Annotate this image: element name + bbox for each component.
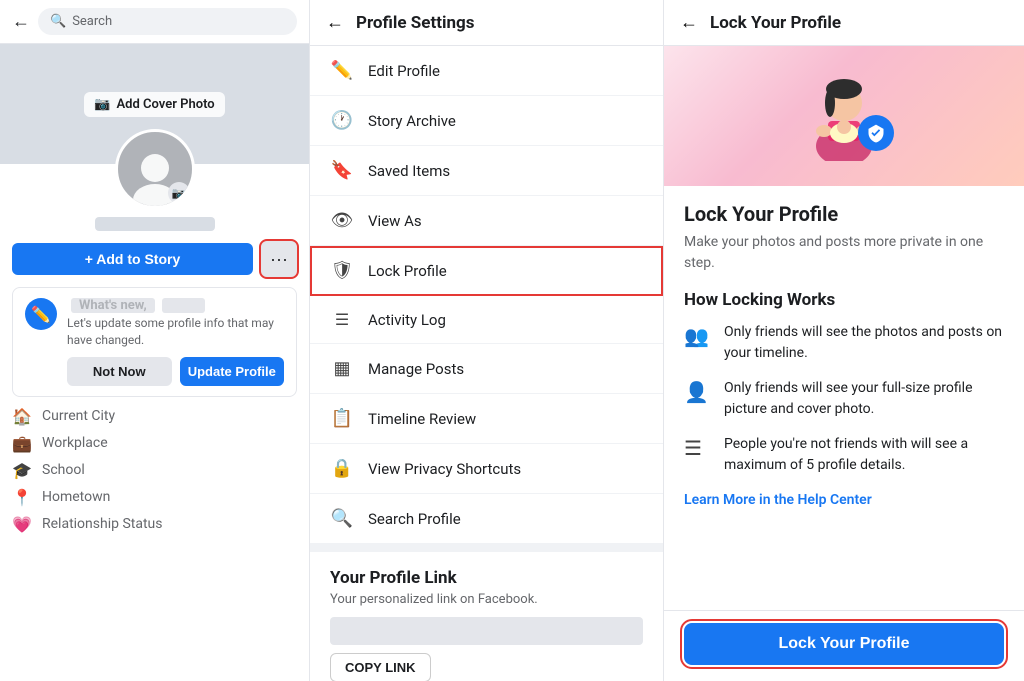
- city-icon: 🏠: [12, 407, 32, 426]
- avatar-area: 📷: [0, 129, 309, 209]
- workplace-icon: 💼: [12, 434, 32, 453]
- whats-new-desc: Let's update some profile info that may …: [67, 315, 284, 349]
- how-locking-works-title: How Locking Works: [684, 290, 1004, 310]
- whats-new-actions: Not Now Update Profile: [67, 357, 284, 386]
- story-archive-icon: 🕐: [330, 110, 354, 131]
- action-row: + Add to Story ···: [0, 241, 309, 287]
- timeline-review-icon: 📋: [330, 408, 354, 429]
- whats-new-card: ✏️ What's new, Let's update some profile…: [12, 287, 297, 397]
- add-cover-photo-button[interactable]: 📷 Add Cover Photo: [84, 92, 224, 117]
- lock-feature-item: 👥 Only friends will see the photos and p…: [684, 322, 1004, 364]
- hometown-icon: 📍: [12, 488, 32, 507]
- relationship-icon: 💗: [12, 515, 32, 534]
- middle-title: Profile Settings: [356, 13, 474, 33]
- menu-item-saved-items[interactable]: 🔖 Saved Items: [310, 146, 663, 196]
- profile-link-url: [330, 617, 643, 645]
- menu-item-activity-log[interactable]: ☰ Activity Log: [310, 296, 663, 344]
- more-options-button[interactable]: ···: [261, 241, 297, 277]
- search-bar: ← 🔍 Search: [0, 0, 309, 44]
- list-item: 💼 Workplace: [12, 434, 297, 453]
- profile-link-title: Your Profile Link: [330, 568, 643, 588]
- not-now-button[interactable]: Not Now: [67, 357, 172, 386]
- lock-feature-item: 👤 Only friends will see your full-size p…: [684, 378, 1004, 420]
- menu-item-story-archive[interactable]: 🕐 Story Archive: [310, 96, 663, 146]
- lock-content: Lock Your Profile Make your photos and p…: [664, 186, 1024, 610]
- avatar: 📷: [115, 129, 195, 209]
- profile-picture-icon: 👤: [684, 380, 712, 404]
- lock-main-title: Lock Your Profile: [684, 202, 1004, 226]
- menu-list: ✏️ Edit Profile 🕐 Story Archive 🔖 Saved …: [310, 46, 663, 681]
- middle-panel: ← Profile Settings ✏️ Edit Profile 🕐 Sto…: [310, 0, 664, 681]
- friends-timeline-icon: 👥: [684, 324, 712, 348]
- copy-link-button[interactable]: COPY LINK: [330, 653, 431, 681]
- edit-profile-icon: ✏️: [330, 60, 354, 81]
- list-item: 🏠 Current City: [12, 407, 297, 426]
- lock-feature-item: ☰ People you're not friends with will se…: [684, 434, 1004, 476]
- lock-profile-btn-wrap: Lock Your Profile: [664, 610, 1024, 681]
- middle-back-arrow[interactable]: ←: [326, 12, 344, 33]
- lock-hero: [664, 46, 1024, 186]
- menu-item-manage-posts[interactable]: ▦ Manage Posts: [310, 344, 663, 394]
- left-back-arrow[interactable]: ←: [12, 11, 30, 32]
- view-as-icon: 👁: [330, 210, 354, 231]
- menu-item-lock-profile[interactable]: 🛡 Lock Profile: [310, 246, 663, 296]
- add-to-story-button[interactable]: + Add to Story: [12, 243, 253, 275]
- menu-item-view-as[interactable]: 👁 View As: [310, 196, 663, 246]
- lock-profile-icon: 🛡: [330, 260, 354, 281]
- search-placeholder: Search: [72, 14, 112, 29]
- search-icon: 🔍: [50, 14, 66, 29]
- list-item: 💗 Relationship Status: [12, 515, 297, 534]
- search-profile-icon: 🔍: [330, 508, 354, 529]
- menu-item-timeline-review[interactable]: 📋 Timeline Review: [310, 394, 663, 444]
- privacy-shortcuts-icon: 🔒: [330, 458, 354, 479]
- whats-new-title: What's new,: [67, 298, 284, 313]
- list-item: 🎓 School: [12, 461, 297, 480]
- right-header: ← Lock Your Profile: [664, 0, 1024, 46]
- lock-main-desc: Make your photos and posts more private …: [684, 232, 1004, 274]
- lock-feature-list: 👥 Only friends will see the photos and p…: [684, 322, 1004, 476]
- profile-info-list: 🏠 Current City 💼 Workplace 🎓 School 📍 Ho…: [0, 407, 309, 534]
- avatar-camera-badge[interactable]: 📷: [168, 182, 190, 204]
- search-input-wrap[interactable]: 🔍 Search: [38, 8, 297, 35]
- middle-header: ← Profile Settings: [310, 0, 663, 46]
- saved-items-icon: 🔖: [330, 160, 354, 181]
- right-panel: ← Lock Your Profile: [664, 0, 1024, 681]
- school-icon: 🎓: [12, 461, 32, 480]
- learn-more-link[interactable]: Learn More in the Help Center: [684, 492, 1004, 508]
- menu-item-search-profile[interactable]: 🔍 Search Profile: [310, 494, 663, 544]
- lock-your-profile-button[interactable]: Lock Your Profile: [684, 623, 1004, 665]
- hero-illustration: [804, 71, 884, 161]
- profile-link-desc: Your personalized link on Facebook.: [330, 592, 643, 607]
- whats-new-content: What's new, Let's update some profile in…: [67, 298, 284, 386]
- profile-name: [0, 217, 309, 231]
- menu-item-edit-profile[interactable]: ✏️ Edit Profile: [310, 46, 663, 96]
- activity-log-icon: ☰: [330, 310, 354, 329]
- menu-item-view-privacy[interactable]: 🔒 View Privacy Shortcuts: [310, 444, 663, 494]
- right-title: Lock Your Profile: [710, 13, 841, 33]
- profile-details-icon: ☰: [684, 436, 712, 460]
- list-item: 📍 Hometown: [12, 488, 297, 507]
- left-panel: ← 🔍 Search 📷 Add Cover Photo 📷 + Add to …: [0, 0, 310, 681]
- shield-icon: [866, 123, 886, 143]
- whats-new-icon: ✏️: [25, 298, 57, 330]
- camera-icon: 📷: [94, 97, 110, 112]
- profile-link-section: Your Profile Link Your personalized link…: [310, 552, 663, 681]
- divider: [310, 544, 663, 552]
- name-blur-inline: [162, 298, 205, 313]
- manage-posts-icon: ▦: [330, 358, 354, 379]
- shield-badge: [858, 115, 894, 151]
- update-profile-button[interactable]: Update Profile: [180, 357, 285, 386]
- right-back-arrow[interactable]: ←: [680, 12, 698, 33]
